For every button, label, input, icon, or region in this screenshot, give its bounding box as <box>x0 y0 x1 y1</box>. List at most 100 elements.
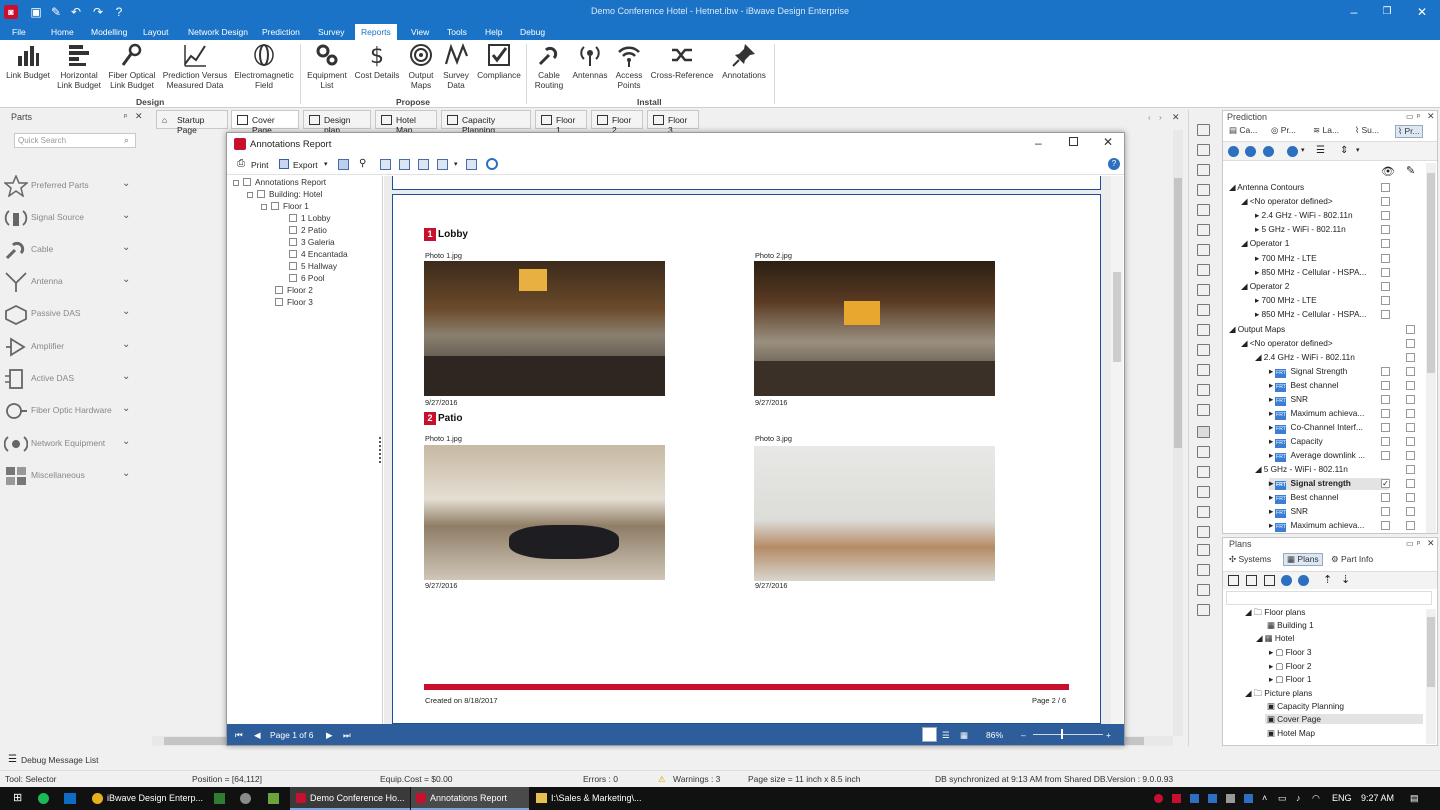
plans-row[interactable]: ◢ 🗀 Floor plans <box>1245 607 1305 621</box>
tool-icon[interactable] <box>1197 144 1210 156</box>
tab-plans[interactable]: ▦ Plans <box>1283 553 1323 566</box>
clock[interactable]: 9:27 AM <box>1361 793 1394 803</box>
multi-page-view-icon[interactable]: ▦ <box>960 730 968 741</box>
play-icon[interactable] <box>1287 146 1298 157</box>
tool-icon[interactable] <box>1197 426 1210 438</box>
single-page-view-icon[interactable] <box>922 727 937 742</box>
highlight-checkbox[interactable] <box>1406 409 1415 418</box>
move-down-icon[interactable]: ⇣ <box>1341 573 1350 586</box>
previous-page-icon[interactable]: ◀ <box>254 730 261 741</box>
maximize-icon[interactable]: ❐ <box>1379 4 1395 20</box>
parts-item-antenna[interactable]: Antenna ⌄ <box>2 269 142 295</box>
tool-icon[interactable] <box>1197 466 1210 478</box>
export-dropdown-icon[interactable]: ▾ <box>324 160 328 168</box>
prediction-row-selected[interactable]: ▸ FRT Signal strength <box>1269 478 1389 490</box>
building-icon[interactable] <box>1228 575 1239 586</box>
prediction-tab-2[interactable]: ◎ Pr... <box>1271 125 1296 136</box>
tab-scroll-left-icon[interactable]: ‹ <box>1148 113 1151 122</box>
tree-node-hallway[interactable]: 5 Hallway <box>289 261 337 271</box>
highlight-checkbox[interactable] <box>1406 437 1415 446</box>
taskbar-item-demo[interactable]: Demo Conference Ho... <box>310 793 405 803</box>
prediction-row[interactable]: ◢ <No operator defined> <box>1241 338 1333 348</box>
tool-icon[interactable] <box>1197 364 1210 376</box>
multi-page-dropdown-icon[interactable]: ▾ <box>454 160 458 168</box>
find-icon[interactable]: ⚲ <box>359 158 366 169</box>
prediction-row[interactable]: ▸ FRT Maximum achieva... <box>1269 520 1364 532</box>
sort-icon[interactable]: ⇕ <box>1340 145 1348 156</box>
next-page-icon[interactable]: ▶ <box>326 730 333 741</box>
visibility-checkbox[interactable] <box>1381 395 1390 404</box>
chrome-icon[interactable] <box>92 793 103 804</box>
visibility-checkbox[interactable] <box>1381 225 1390 234</box>
parts-item-fiber-optic[interactable]: Fiber Optic Hardware ⌄ <box>2 398 142 424</box>
tab-cover-page[interactable]: Cover Page <box>231 110 299 135</box>
picture-icon[interactable] <box>1246 575 1257 586</box>
visibility-checkbox[interactable] <box>1381 183 1390 192</box>
menu-reports[interactable]: Reports <box>355 24 397 40</box>
visibility-checkbox[interactable] <box>1381 282 1390 291</box>
highlight-checkbox[interactable] <box>1406 521 1415 530</box>
notifications-icon[interactable]: ▤ <box>1410 793 1419 804</box>
tool-icon[interactable] <box>1197 486 1210 498</box>
tray-icon[interactable] <box>1244 794 1253 803</box>
prediction-row[interactable]: ▸ 850 MHz - Cellular - HSPA... <box>1255 267 1366 277</box>
tab-design-plan[interactable]: Design plan <box>303 110 371 135</box>
background-icon[interactable] <box>466 159 477 170</box>
tool-icon[interactable] <box>1197 584 1210 596</box>
parts-item-signal-source[interactable]: Signal Source ⌄ <box>2 205 142 231</box>
print-icon[interactable]: ⎙ <box>237 158 245 169</box>
zoom-out-icon[interactable]: – <box>1021 730 1026 740</box>
prediction-versus-measured-button[interactable]: Prediction Versus Measured Data <box>162 42 228 90</box>
prediction-row[interactable]: ▸ FRT Co-Channel Interf... <box>1269 422 1363 434</box>
two-page-icon[interactable] <box>418 159 429 170</box>
tray-icon[interactable] <box>1172 794 1181 803</box>
floor-icon[interactable] <box>1264 575 1275 586</box>
prediction-row[interactable]: ▸ FRT Signal Strength <box>1269 366 1347 378</box>
prediction-row[interactable]: ◢ Antenna Contours <box>1229 182 1304 192</box>
document-map-icon[interactable] <box>338 159 349 170</box>
menu-survey[interactable]: Survey <box>318 27 344 37</box>
parts-item-preferred[interactable]: Preferred Parts ⌄ <box>2 173 142 199</box>
prediction-row[interactable]: ◢ <No operator defined> <box>1241 196 1333 206</box>
tool-icon[interactable] <box>1197 446 1210 458</box>
tree-node-floor-3[interactable]: Floor 3 <box>275 297 313 307</box>
first-page-icon[interactable]: ⏮ <box>235 730 243 741</box>
visibility-checkbox[interactable] <box>1381 437 1390 446</box>
tool-icon[interactable] <box>1197 264 1210 276</box>
dock-icon[interactable]: ▭ <box>1406 539 1414 548</box>
tab-systems[interactable]: ✣ Systems <box>1229 554 1271 565</box>
tool-icon[interactable] <box>1197 506 1210 518</box>
tree-node-pool[interactable]: 6 Pool <box>289 273 325 283</box>
tree-expander[interactable] <box>247 192 253 198</box>
export-button[interactable]: Export <box>293 160 318 170</box>
horizontal-link-budget-button[interactable]: Horizontal Link Budget <box>56 42 102 90</box>
menu-prediction[interactable]: Prediction <box>262 27 300 37</box>
visibility-checkbox[interactable] <box>1381 310 1390 319</box>
close-icon[interactable]: ✕ <box>1427 111 1435 122</box>
visibility-checkbox[interactable] <box>1381 521 1390 530</box>
tab-close-icon[interactable]: ✕ <box>1172 112 1180 123</box>
highlight-checkbox[interactable] <box>1406 339 1415 348</box>
list-icon[interactable]: ☰ <box>1316 145 1325 156</box>
search-icon[interactable]: ⌕ <box>124 135 129 146</box>
link-budget-button[interactable]: Link Budget <box>4 42 52 80</box>
visibility-checkbox-checked[interactable]: ✓ <box>1381 479 1390 488</box>
plans-row[interactable]: ◢ 🗀 Picture plans <box>1245 688 1312 702</box>
tab-capacity-planning[interactable]: Capacity Planning <box>441 110 531 135</box>
app-icon[interactable] <box>268 793 279 804</box>
visibility-checkbox[interactable] <box>1381 268 1390 277</box>
menu-tools[interactable]: Tools <box>447 27 467 37</box>
excel-icon[interactable] <box>214 793 225 804</box>
tree-node-patio[interactable]: 2 Patio <box>289 225 327 235</box>
tool-icon[interactable] <box>1197 184 1210 196</box>
plans-filter-input[interactable] <box>1226 591 1432 605</box>
visibility-checkbox[interactable] <box>1381 423 1390 432</box>
zoom-in-icon[interactable]: + <box>1106 730 1111 740</box>
prediction-row[interactable]: ▸ FRT Capacity <box>1269 436 1323 448</box>
highlight-checkbox[interactable] <box>1406 367 1415 376</box>
prediction-row[interactable]: ▸ 700 MHz - LTE <box>1255 295 1317 305</box>
survey-data-button[interactable]: Survey Data <box>440 42 472 90</box>
plans-row[interactable]: ▸ ▢ Floor 2 <box>1269 661 1311 671</box>
report-vertical-scrollbar[interactable] <box>1111 176 1123 724</box>
dropdown-icon[interactable]: ▾ <box>1356 146 1360 154</box>
